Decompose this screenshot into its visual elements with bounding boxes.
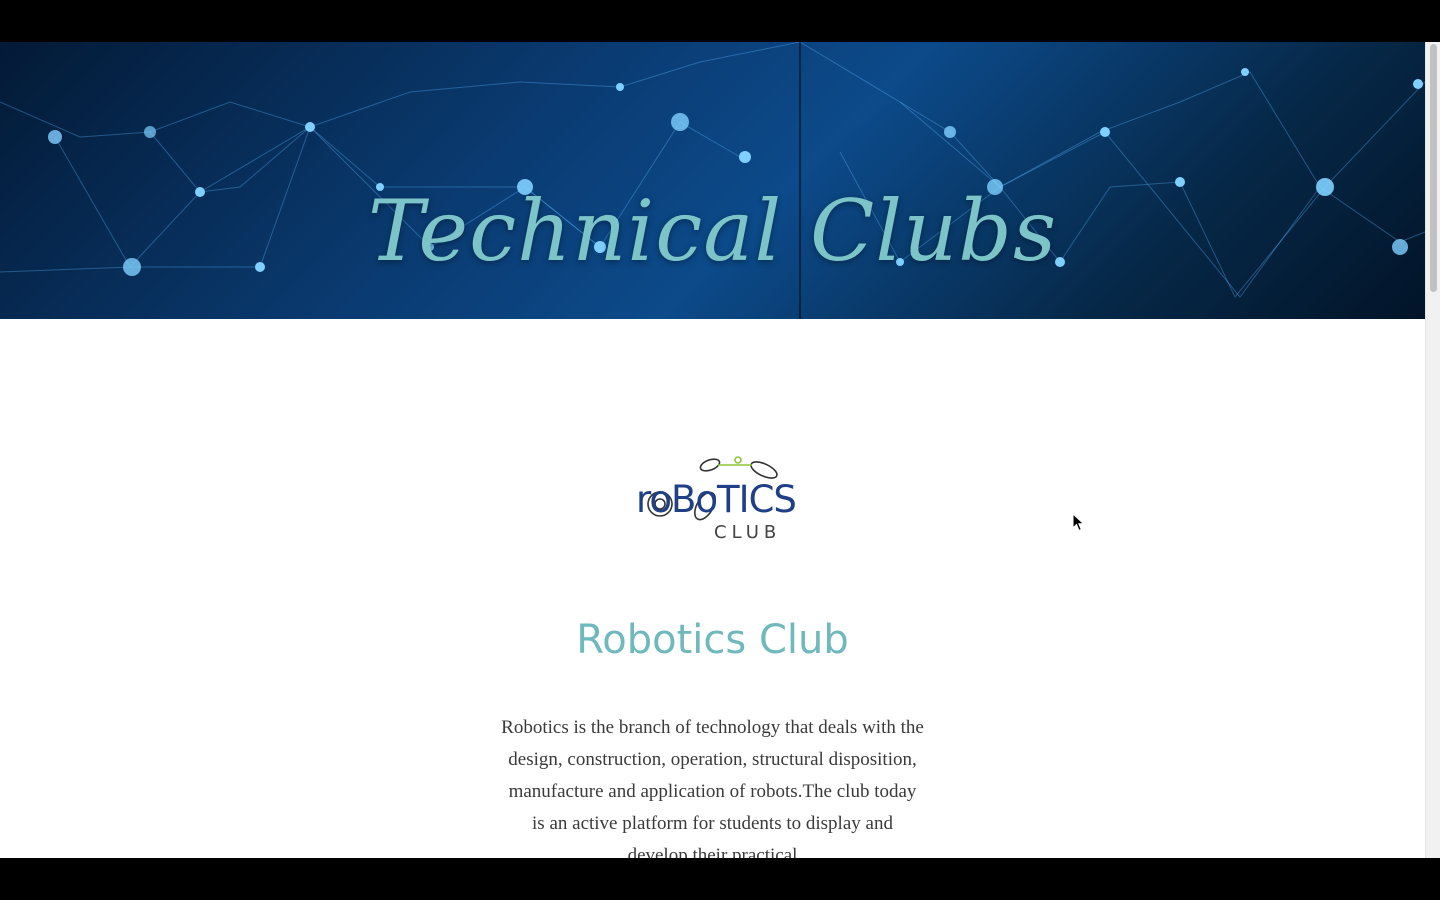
club-title: Robotics Club xyxy=(576,617,849,663)
scrollbar-thumb[interactable] xyxy=(1430,44,1437,292)
vertical-scrollbar[interactable] xyxy=(1425,42,1440,858)
logo-word: roBoTICS xyxy=(636,478,797,521)
top-black-bar xyxy=(0,0,1440,42)
browser-viewport: Technical Clubs roBoTICS CLUB Robotics C… xyxy=(0,42,1440,858)
hero-banner: Technical Clubs xyxy=(0,42,1425,319)
mouse-cursor-icon xyxy=(1072,513,1085,532)
club-description: Robotics is the branch of technology tha… xyxy=(501,717,924,858)
hero-title: Technical Clubs xyxy=(367,182,1058,280)
bottom-black-bar xyxy=(0,858,1440,900)
logo-subtext: CLUB xyxy=(714,522,782,543)
page: Technical Clubs roBoTICS CLUB Robotics C… xyxy=(0,42,1425,858)
robotics-club-logo: roBoTICS CLUB xyxy=(630,450,800,550)
